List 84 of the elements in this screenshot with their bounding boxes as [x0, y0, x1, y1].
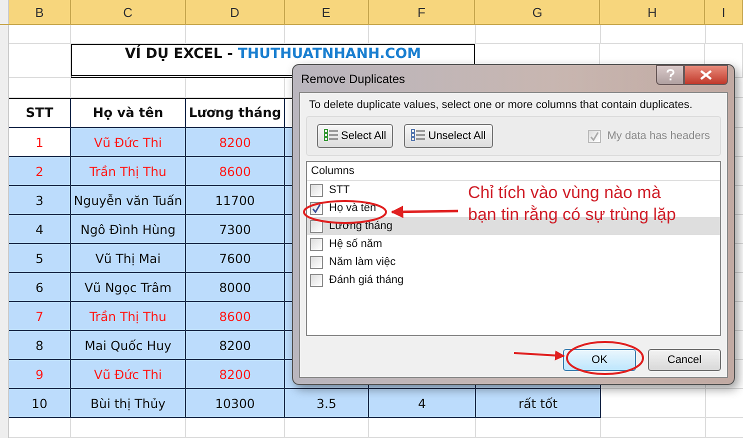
table-header-cell: STT	[9, 98, 71, 128]
toolbar-button[interactable]: Unselect All	[404, 124, 493, 148]
empty-cell[interactable]	[369, 25, 476, 44]
table-cell: 11700	[186, 186, 285, 215]
table-cell: Nguyễn văn Tuấn	[71, 186, 186, 215]
table-cell: 4	[9, 215, 71, 244]
column-header[interactable]: E	[284, 0, 369, 24]
column-header[interactable]: D	[186, 0, 285, 24]
table-cell: Trần Thị Thu	[71, 157, 186, 186]
table-cell: Vũ Đức Thi	[71, 128, 186, 157]
checkbox-label: My data has headers	[607, 130, 710, 142]
row-header[interactable]	[0, 25, 9, 44]
select-all-corner[interactable]	[0, 0, 9, 24]
empty-cell[interactable]	[601, 418, 706, 438]
column-header[interactable]: H	[600, 0, 706, 24]
empty-cell[interactable]	[285, 25, 369, 44]
table-cell: 8600	[186, 157, 285, 186]
checkbox[interactable]	[310, 256, 323, 268]
column-header[interactable]: B	[9, 0, 71, 24]
column-header[interactable]: I	[705, 0, 743, 24]
dialog-button[interactable]: Cancel	[648, 349, 721, 371]
column-header[interactable]: C	[70, 0, 186, 24]
column-item[interactable]: Đánh giá tháng	[307, 271, 410, 289]
table-cell: 10300	[186, 389, 285, 418]
table-cell: Mai Quốc Huy	[71, 331, 186, 360]
table-cell: 8	[9, 331, 71, 360]
column-header[interactable]: G	[475, 0, 600, 24]
table-cell: Vũ Thị Mai	[71, 244, 186, 273]
empty-cell[interactable]	[71, 25, 186, 44]
close-button[interactable]	[684, 65, 728, 85]
table-cell: 8200	[186, 360, 285, 389]
table-cell: 10	[9, 389, 71, 418]
table-cell: Bùi thị Thủy	[71, 389, 186, 418]
table-cell: Trần Thị Thu	[71, 302, 186, 331]
table-cell: 3	[9, 186, 71, 215]
table-cell: 2	[9, 157, 71, 186]
checkbox[interactable]	[310, 238, 323, 250]
empty-cell[interactable]	[186, 418, 285, 438]
table-cell: 8200	[186, 128, 285, 157]
empty-cell[interactable]	[369, 418, 476, 438]
checkbox[interactable]	[310, 274, 323, 286]
table-cell: 3.5	[285, 389, 369, 418]
table-cell: 6	[9, 273, 71, 302]
table-cell: 8200	[186, 331, 285, 360]
table-cell: 7600	[186, 244, 285, 273]
checkbox[interactable]	[310, 184, 323, 196]
dialog-button[interactable]: OK	[563, 349, 636, 371]
table-cell: 1	[9, 128, 71, 157]
instruction-text: To delete duplicate values, select one or more columns that contain duplicates.	[308, 99, 694, 111]
table-cell: 9	[9, 360, 71, 389]
table-cell: 8600	[186, 302, 285, 331]
empty-cell[interactable]	[601, 25, 706, 44]
help-button[interactable]	[656, 65, 684, 85]
column-item[interactable]: Hệ số năm	[307, 235, 388, 253]
table-cell: 7	[9, 302, 71, 331]
empty-cell[interactable]	[476, 25, 601, 44]
column-item[interactable]: Năm làm việc	[307, 253, 402, 271]
table-cell: 8000	[186, 273, 285, 302]
list-icon	[324, 129, 338, 143]
table-cell: Ngô Đình Hùng	[71, 215, 186, 244]
empty-cell[interactable]	[285, 418, 369, 438]
column-item[interactable]: STT	[307, 181, 356, 199]
close-icon	[700, 70, 712, 80]
table-cell: 7300	[186, 215, 285, 244]
table-cell: 4	[369, 389, 476, 418]
empty-cell[interactable]	[476, 418, 601, 438]
list-icon	[411, 129, 426, 143]
column-header[interactable]: F	[368, 0, 476, 24]
checkbox[interactable]	[310, 220, 323, 232]
table-cell: Vũ Đức Thi	[71, 360, 186, 389]
help-icon	[666, 69, 674, 81]
table-cell: rất tốt	[476, 389, 601, 418]
table-cell: 5	[9, 244, 71, 273]
column-item[interactable]: Họ và tên	[307, 199, 382, 217]
list-header: Columns	[307, 162, 720, 181]
table-header-cell: Lương tháng	[186, 98, 285, 128]
toolbar-button[interactable]: Select All	[317, 124, 394, 148]
annotation-arrow	[390, 206, 458, 218]
empty-cell[interactable]	[186, 25, 285, 44]
annotation-arrow	[514, 350, 565, 360]
table-header-cell: Họ và tên	[71, 98, 186, 128]
row-header[interactable]	[0, 418, 9, 438]
table-cell: Vũ Ngọc Trâm	[71, 273, 186, 302]
empty-cell[interactable]	[71, 418, 186, 438]
